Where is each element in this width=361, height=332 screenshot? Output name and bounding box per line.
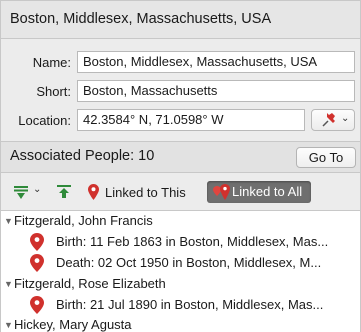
map-pin-icon [88,184,99,200]
chevron-down-icon[interactable]: ⌄ [33,184,41,195]
name-label: Name: [32,55,71,70]
person-name: Fitzgerald, Rose Elizabeth [14,276,166,291]
person-row[interactable]: ▼ Fitzgerald, John Francis [1,211,360,231]
person-name: Hickey, Mary Agusta [14,317,132,332]
disclosure-triangle-icon[interactable]: ▼ [4,279,13,289]
associated-people-count: Associated People: 10 [10,148,155,164]
export-arrow-icon[interactable] [13,186,29,200]
short-name-field[interactable]: Boston, Massachusetts [77,80,355,102]
event-row[interactable]: Birth: 21 Jul 1890 in Boston, Middlesex,… [1,295,360,315]
pushpin-icon [322,113,335,127]
disclosure-triangle-icon[interactable]: ▼ [4,216,13,226]
linked-to-all-toggle[interactable]: Linked to All [207,181,311,203]
name-field[interactable]: Boston, Middlesex, Massachusetts, USA [77,51,355,73]
associated-people-header: Associated People: 10 Go To [1,141,360,173]
map-pin-icon [30,233,44,251]
event-row[interactable]: Birth: 11 Feb 1863 in Boston, Middlesex,… [1,232,360,252]
location-label: Location: [18,113,71,128]
map-pin-icon [30,254,44,272]
chevron-down-icon: ⌄ [341,113,350,124]
event-text: Birth: 21 Jul 1890 in Boston, Middlesex,… [56,297,324,312]
map-pin-menu-button[interactable]: ⌄ [311,109,355,131]
multiple-pins-icon [213,184,230,200]
go-to-button[interactable]: Go To [296,147,356,168]
linked-to-all-label: Linked to All [232,184,303,199]
associated-people-list[interactable]: ▼ Fitzgerald, John Francis Birth: 11 Feb… [1,211,360,332]
location-field[interactable]: 42.3584° N, 71.0598° W [77,109,305,131]
map-pin-icon [30,296,44,314]
person-row[interactable]: ▼ Hickey, Mary Agusta [1,315,360,332]
event-row[interactable]: Death: 02 Oct 1950 in Boston, Middlesex,… [1,253,360,273]
title-bar: Boston, Middlesex, Massachusetts, USA [1,1,360,39]
person-name: Fitzgerald, John Francis [14,213,153,228]
people-toolbar: ⌄ Linked to This Linked to All [1,175,360,211]
place-detail-panel: Boston, Middlesex, Massachusetts, USA Na… [0,0,361,332]
short-label: Short: [36,84,71,99]
event-text: Birth: 11 Feb 1863 in Boston, Middlesex,… [56,234,329,249]
linked-to-this-label: Linked to This [105,185,186,200]
place-title: Boston, Middlesex, Massachusetts, USA [10,11,272,27]
import-arrow-icon[interactable] [57,185,71,199]
event-text: Death: 02 Oct 1950 in Boston, Middlesex,… [56,255,322,270]
disclosure-triangle-icon[interactable]: ▼ [4,320,13,330]
person-row[interactable]: ▼ Fitzgerald, Rose Elizabeth [1,274,360,294]
